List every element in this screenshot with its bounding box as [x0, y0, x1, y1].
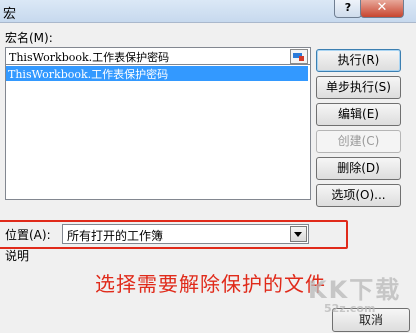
location-select[interactable]: 所有打开的工作簿 [62, 224, 309, 244]
chevron-down-icon[interactable] [290, 226, 307, 242]
watermark-logo: KK下载 [308, 276, 402, 304]
window-title: 宏 [3, 7, 17, 22]
location-label: 位置(A): [5, 228, 51, 242]
macro-name-input[interactable]: ThisWorkbook.工作表保护密码 [5, 47, 311, 65]
macro-name-value: ThisWorkbook.工作表保护密码 [9, 51, 170, 64]
title-bar: 宏 ? ✕ [0, 0, 416, 23]
delete-button[interactable]: 删除(D) [316, 157, 401, 180]
location-value: 所有打开的工作簿 [67, 229, 164, 243]
description-label: 说明 [5, 249, 30, 263]
run-button[interactable]: 执行(R) [316, 49, 401, 72]
step-into-button[interactable]: 单步执行(S) [316, 76, 401, 99]
list-item-label: ThisWorkbook.工作表保护密码 [8, 68, 169, 81]
watermark: KK下载 52z.com [300, 268, 416, 333]
help-icon: ? [344, 1, 352, 14]
options-button[interactable]: 选项(O)... [316, 184, 401, 207]
watermark-url: 52z.com [324, 302, 376, 315]
edit-button[interactable]: 编辑(E) [316, 103, 401, 126]
create-button: 创建(C) [316, 130, 401, 153]
close-icon: ✕ [376, 0, 388, 15]
macro-name-label: 宏名(M): [5, 31, 53, 45]
help-button[interactable]: ? [334, 0, 362, 18]
list-item[interactable]: ThisWorkbook.工作表保护密码 [6, 66, 308, 81]
workbook-picker-icon[interactable] [290, 49, 308, 64]
annotation-text: 选择需要解除保护的文件 [95, 272, 326, 296]
close-button[interactable]: ✕ [360, 0, 404, 18]
